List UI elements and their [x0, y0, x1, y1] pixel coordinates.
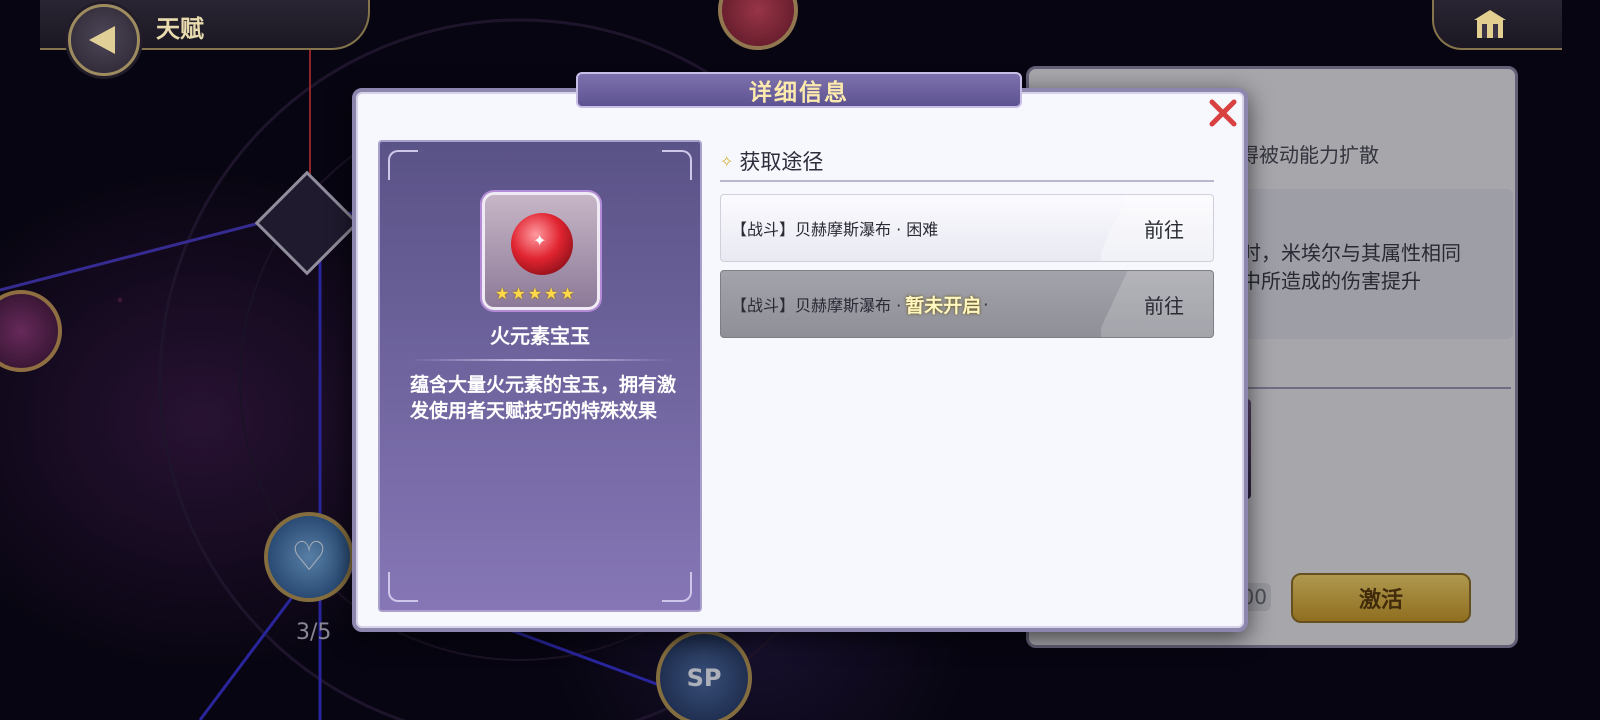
divider: [720, 180, 1214, 182]
star-icon: ★: [527, 284, 543, 303]
modal-title: 详细信息: [749, 80, 849, 106]
ornament-corner: [662, 150, 692, 180]
star-icon: ★: [560, 284, 575, 303]
item-card: ✦ ★ ★ ★ ★ ★ 火元素宝玉 蕴含大量火元素的宝玉，拥有激发使用者天赋技巧…: [378, 140, 702, 612]
sparkle-icon: ✧: [720, 151, 734, 171]
acquisition-header-label: 获取途径: [739, 150, 824, 174]
goto-button[interactable]: 前往: [1101, 195, 1213, 261]
acquisition-route[interactable]: 【战斗】贝赫摩斯瀑布 · 困难 前往: [720, 194, 1214, 262]
ornament-corner: [662, 572, 692, 602]
goto-button[interactable]: 前往: [1101, 271, 1213, 337]
item-name: 火元素宝玉: [490, 324, 590, 348]
star-icon: ★: [495, 284, 510, 303]
sparkle-icon: ✦: [533, 231, 547, 250]
close-icon: [1209, 99, 1237, 127]
star-icon: ★: [511, 284, 526, 303]
divider: [410, 359, 672, 361]
back-arrow-icon: [89, 26, 115, 54]
route-label: 【战斗】贝赫摩斯瀑布 · 困难: [731, 220, 939, 239]
route-locked-badge: 暂未开启: [905, 294, 982, 317]
close-button[interactable]: [1206, 96, 1240, 130]
page-title: 天赋: [156, 15, 204, 43]
item-icon-frame: ✦ ★ ★ ★ ★ ★: [482, 192, 600, 310]
ornament-corner: [388, 150, 418, 180]
route-label-suffix: ·: [983, 294, 989, 314]
back-button[interactable]: [68, 4, 140, 76]
acquisition-route-locked[interactable]: 【战斗】贝赫摩斯瀑布 · 暂未开启 · 前往: [720, 270, 1214, 338]
ornament-corner: [388, 572, 418, 602]
modal-title-bar: 详细信息: [576, 72, 1022, 108]
star-icon: ★: [544, 284, 559, 303]
item-description: 蕴含大量火元素的宝玉，拥有激发使用者天赋技巧的特殊效果: [410, 374, 677, 422]
acquisition-header: ✧ 获取途径: [720, 146, 823, 176]
home-icon[interactable]: [1472, 8, 1508, 40]
rarity-stars: ★ ★ ★ ★ ★: [495, 284, 575, 303]
route-label: 【战斗】贝赫摩斯瀑布 ·: [731, 296, 902, 315]
